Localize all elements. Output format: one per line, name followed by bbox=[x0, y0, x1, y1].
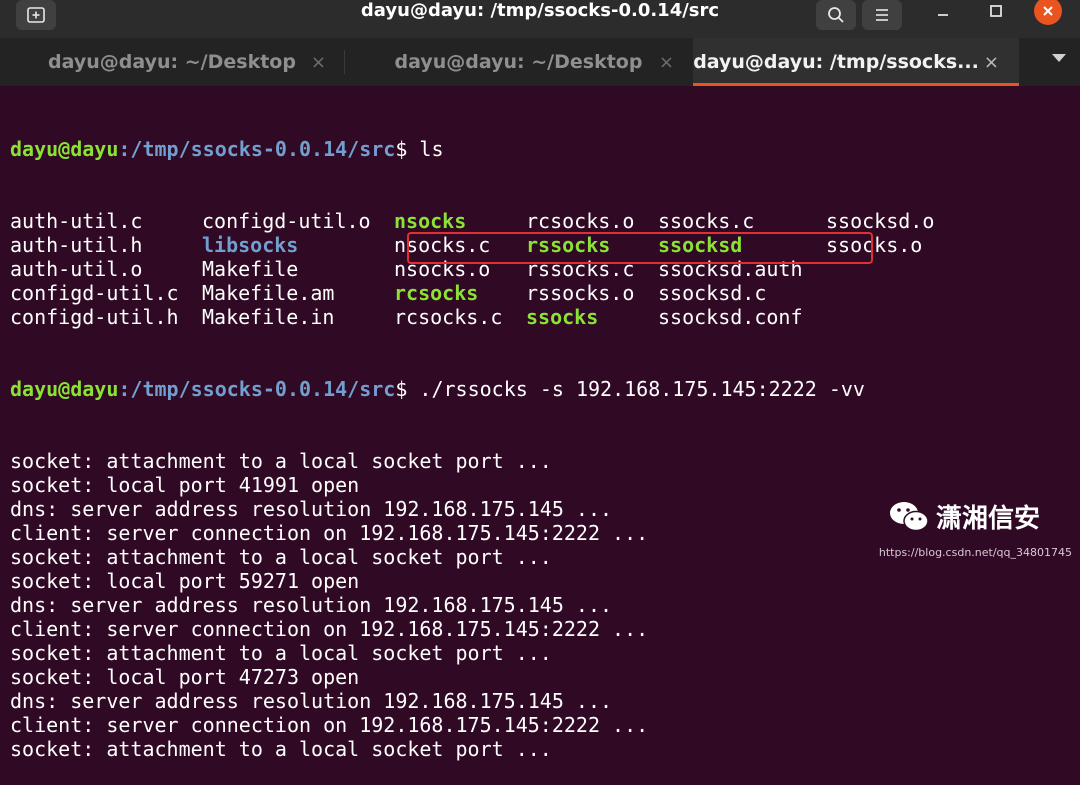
ls-executable-entry: rcsocks bbox=[394, 281, 479, 305]
output-line: client: server connection on 192.168.175… bbox=[10, 713, 649, 737]
command-text: ls bbox=[419, 137, 444, 161]
minimize-button[interactable] bbox=[928, 0, 958, 26]
search-button[interactable] bbox=[816, 0, 856, 30]
tab-list-dropdown-icon[interactable] bbox=[1052, 54, 1066, 62]
watermark: 潇湘信安 bbox=[888, 498, 1040, 535]
command-highlight-box bbox=[407, 232, 873, 264]
watermark-url: https://blog.csdn.net/qq_34801745 bbox=[878, 546, 1072, 559]
terminal-output[interactable]: dayu@dayu:/tmp/ssocks-0.0.14/src$ ls aut… bbox=[10, 89, 1080, 761]
tab-ssocks[interactable]: dayu@dayu: /tmp/ssocks... × bbox=[693, 38, 1019, 86]
search-icon bbox=[828, 7, 844, 23]
maximize-icon bbox=[990, 5, 1002, 17]
output-line: socket: local port 59271 open bbox=[10, 569, 360, 593]
ls-file-entry: auth-util.o bbox=[10, 257, 143, 281]
output-line: dns: server address resolution 192.168.1… bbox=[10, 593, 613, 617]
window-title: dayu@dayu: /tmp/ssocks-0.0.14/src bbox=[360, 0, 720, 21]
prompt-userhost: dayu@dayu bbox=[10, 137, 119, 161]
ls-executable-entry: ssocks bbox=[526, 305, 599, 329]
output-line: socket: attachment to a local socket por… bbox=[10, 449, 552, 473]
tab-close-icon[interactable]: × bbox=[984, 52, 999, 73]
watermark-text: 潇湘信安 bbox=[936, 504, 1041, 534]
output-line: client: server connection on 192.168.175… bbox=[10, 617, 649, 641]
prompt-line: dayu@dayu:/tmp/ssocks-0.0.14/src$ ./rsso… bbox=[10, 377, 1080, 401]
ls-file-entry: rcsocks.c bbox=[394, 305, 503, 329]
ls-file-entry: ssocksd.conf bbox=[658, 305, 803, 329]
output-line: dns: server address resolution 192.168.1… bbox=[10, 689, 613, 713]
active-tab-indicator bbox=[693, 83, 1019, 86]
title-bar: dayu@dayu: /tmp/ssocks-0.0.14/src bbox=[0, 0, 1080, 38]
ls-file-entry: auth-util.h bbox=[10, 233, 143, 257]
ls-executable-entry: nsocks bbox=[394, 209, 467, 233]
minimize-icon bbox=[938, 14, 948, 16]
prompt-symbol: $ bbox=[395, 137, 420, 161]
tab-bar: dayu@dayu: ~/Desktop × dayu@dayu: ~/Desk… bbox=[0, 38, 1080, 86]
prompt-userhost: dayu@dayu bbox=[10, 377, 119, 401]
ls-file-entry: auth-util.c bbox=[10, 209, 143, 233]
ls-file-entry: Makefile.am bbox=[202, 281, 335, 305]
tab-label: dayu@dayu: ~/Desktop bbox=[394, 51, 643, 73]
ls-row: configd-util.c Makefile.am rcsocks rssocks.… bbox=[10, 281, 1080, 305]
ls-directory-entry: libsocks bbox=[202, 233, 299, 257]
program-output: socket: attachment to a local socket por… bbox=[10, 449, 1080, 761]
prompt-symbol: $ bbox=[395, 377, 420, 401]
output-line: socket: attachment to a local socket por… bbox=[10, 641, 552, 665]
maximize-button[interactable] bbox=[981, 0, 1011, 26]
tab-label: dayu@dayu: /tmp/ssocks... bbox=[693, 51, 979, 73]
ls-file-entry: ssocksd.c bbox=[658, 281, 767, 305]
output-line: socket: local port 47273 open bbox=[10, 665, 360, 689]
output-line: socket: attachment to a local socket por… bbox=[10, 737, 552, 761]
ls-file-entry: ssocks.c bbox=[658, 209, 755, 233]
tab-close-icon[interactable]: × bbox=[659, 52, 674, 73]
menu-button[interactable] bbox=[862, 0, 902, 30]
ls-file-entry: rssocks.o bbox=[526, 281, 635, 305]
ls-file-entry: rcsocks.o bbox=[526, 209, 635, 233]
tab-desktop-2[interactable]: dayu@dayu: ~/Desktop × bbox=[345, 38, 692, 86]
ls-output: auth-util.c configd-util.o nsocks rcsocks.o… bbox=[10, 209, 1080, 329]
close-icon bbox=[1043, 6, 1053, 16]
ls-file-entry: Makefile bbox=[202, 257, 299, 281]
ls-file-entry: configd-util.o bbox=[202, 209, 371, 233]
ls-row: auth-util.c configd-util.o nsocks rcsocks.o… bbox=[10, 209, 1080, 233]
wechat-icon bbox=[890, 501, 929, 531]
ls-file-entry: configd-util.h bbox=[10, 305, 179, 329]
prompt-path: :/tmp/ssocks-0.0.14/src bbox=[118, 137, 396, 161]
tab-label: dayu@dayu: ~/Desktop bbox=[48, 51, 296, 73]
output-line: socket: local port 41991 open bbox=[10, 473, 360, 497]
ls-row: configd-util.h Makefile.in rcsocks.c ssocks… bbox=[10, 305, 1080, 329]
tab-close-icon[interactable]: × bbox=[311, 52, 326, 73]
prompt-line: dayu@dayu:/tmp/ssocks-0.0.14/src$ ls bbox=[10, 137, 1080, 161]
tab-desktop-1[interactable]: dayu@dayu: ~/Desktop × bbox=[0, 38, 344, 86]
ls-file-entry: configd-util.c bbox=[10, 281, 179, 305]
command-text: ./rssocks -s 192.168.175.145:2222 -vv bbox=[419, 377, 865, 401]
hamburger-menu-icon bbox=[876, 9, 888, 21]
ls-file-entry: Makefile.in bbox=[202, 305, 335, 329]
prompt-path: :/tmp/ssocks-0.0.14/src bbox=[118, 377, 396, 401]
ls-file-entry: ssocksd.o bbox=[826, 209, 935, 233]
